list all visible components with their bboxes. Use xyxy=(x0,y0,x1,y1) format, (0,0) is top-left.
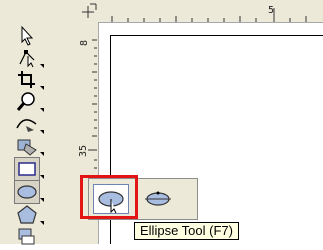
flyout-indicator xyxy=(40,175,44,179)
toolbox xyxy=(0,0,66,245)
basic-shapes-icon xyxy=(18,228,35,245)
flyout-indicator xyxy=(40,64,44,68)
curve-pen-icon xyxy=(16,119,37,132)
rectangle-tool-button[interactable] xyxy=(14,157,40,181)
vertical-ruler-label: 35 xyxy=(78,144,90,158)
shape-node-icon xyxy=(19,50,35,68)
freehand-tool-button[interactable] xyxy=(14,112,40,136)
ruler-origin-icon xyxy=(82,3,97,18)
ellipse-tool-button[interactable] xyxy=(14,180,40,204)
zoom-tool-button[interactable] xyxy=(14,90,40,114)
flyout-indicator xyxy=(40,152,44,156)
horizontal-ruler-label: 5 xyxy=(268,5,275,16)
flyout-indicator xyxy=(40,130,44,134)
flyout-indicator xyxy=(40,108,44,112)
crop-icon xyxy=(18,71,35,88)
magnifier-icon xyxy=(16,92,35,111)
rectangle-icon xyxy=(18,162,36,176)
shape-tool-button[interactable] xyxy=(14,46,40,70)
flyout-indicator xyxy=(40,198,44,202)
flyout-3-point-ellipse-button[interactable] xyxy=(141,185,175,213)
flyout-indicator xyxy=(40,86,44,90)
page-border-top xyxy=(110,35,323,36)
ruler-origin-corner[interactable] xyxy=(66,0,98,22)
smart-fill-tool-button[interactable] xyxy=(14,134,40,158)
pick-tool-button[interactable] xyxy=(14,24,40,48)
flyout-indicator xyxy=(40,221,44,225)
3-point-ellipse-icon xyxy=(145,191,171,206)
basic-shapes-tool-button[interactable] xyxy=(14,226,40,250)
highlight-box xyxy=(80,175,138,219)
polygon-tool-button[interactable] xyxy=(14,203,40,227)
vertical-ruler-label: 8 xyxy=(79,39,91,47)
horizontal-ruler[interactable]: 5 xyxy=(98,0,323,23)
smart-fill-icon xyxy=(17,139,37,156)
polygon-icon xyxy=(17,205,37,224)
crop-tool-button[interactable] xyxy=(14,68,40,92)
arrow-cursor-icon xyxy=(21,25,34,46)
horizontal-ruler-ticks xyxy=(111,8,307,22)
tooltip: Ellipse Tool (F7) xyxy=(134,222,239,240)
ellipse-icon xyxy=(17,185,37,199)
